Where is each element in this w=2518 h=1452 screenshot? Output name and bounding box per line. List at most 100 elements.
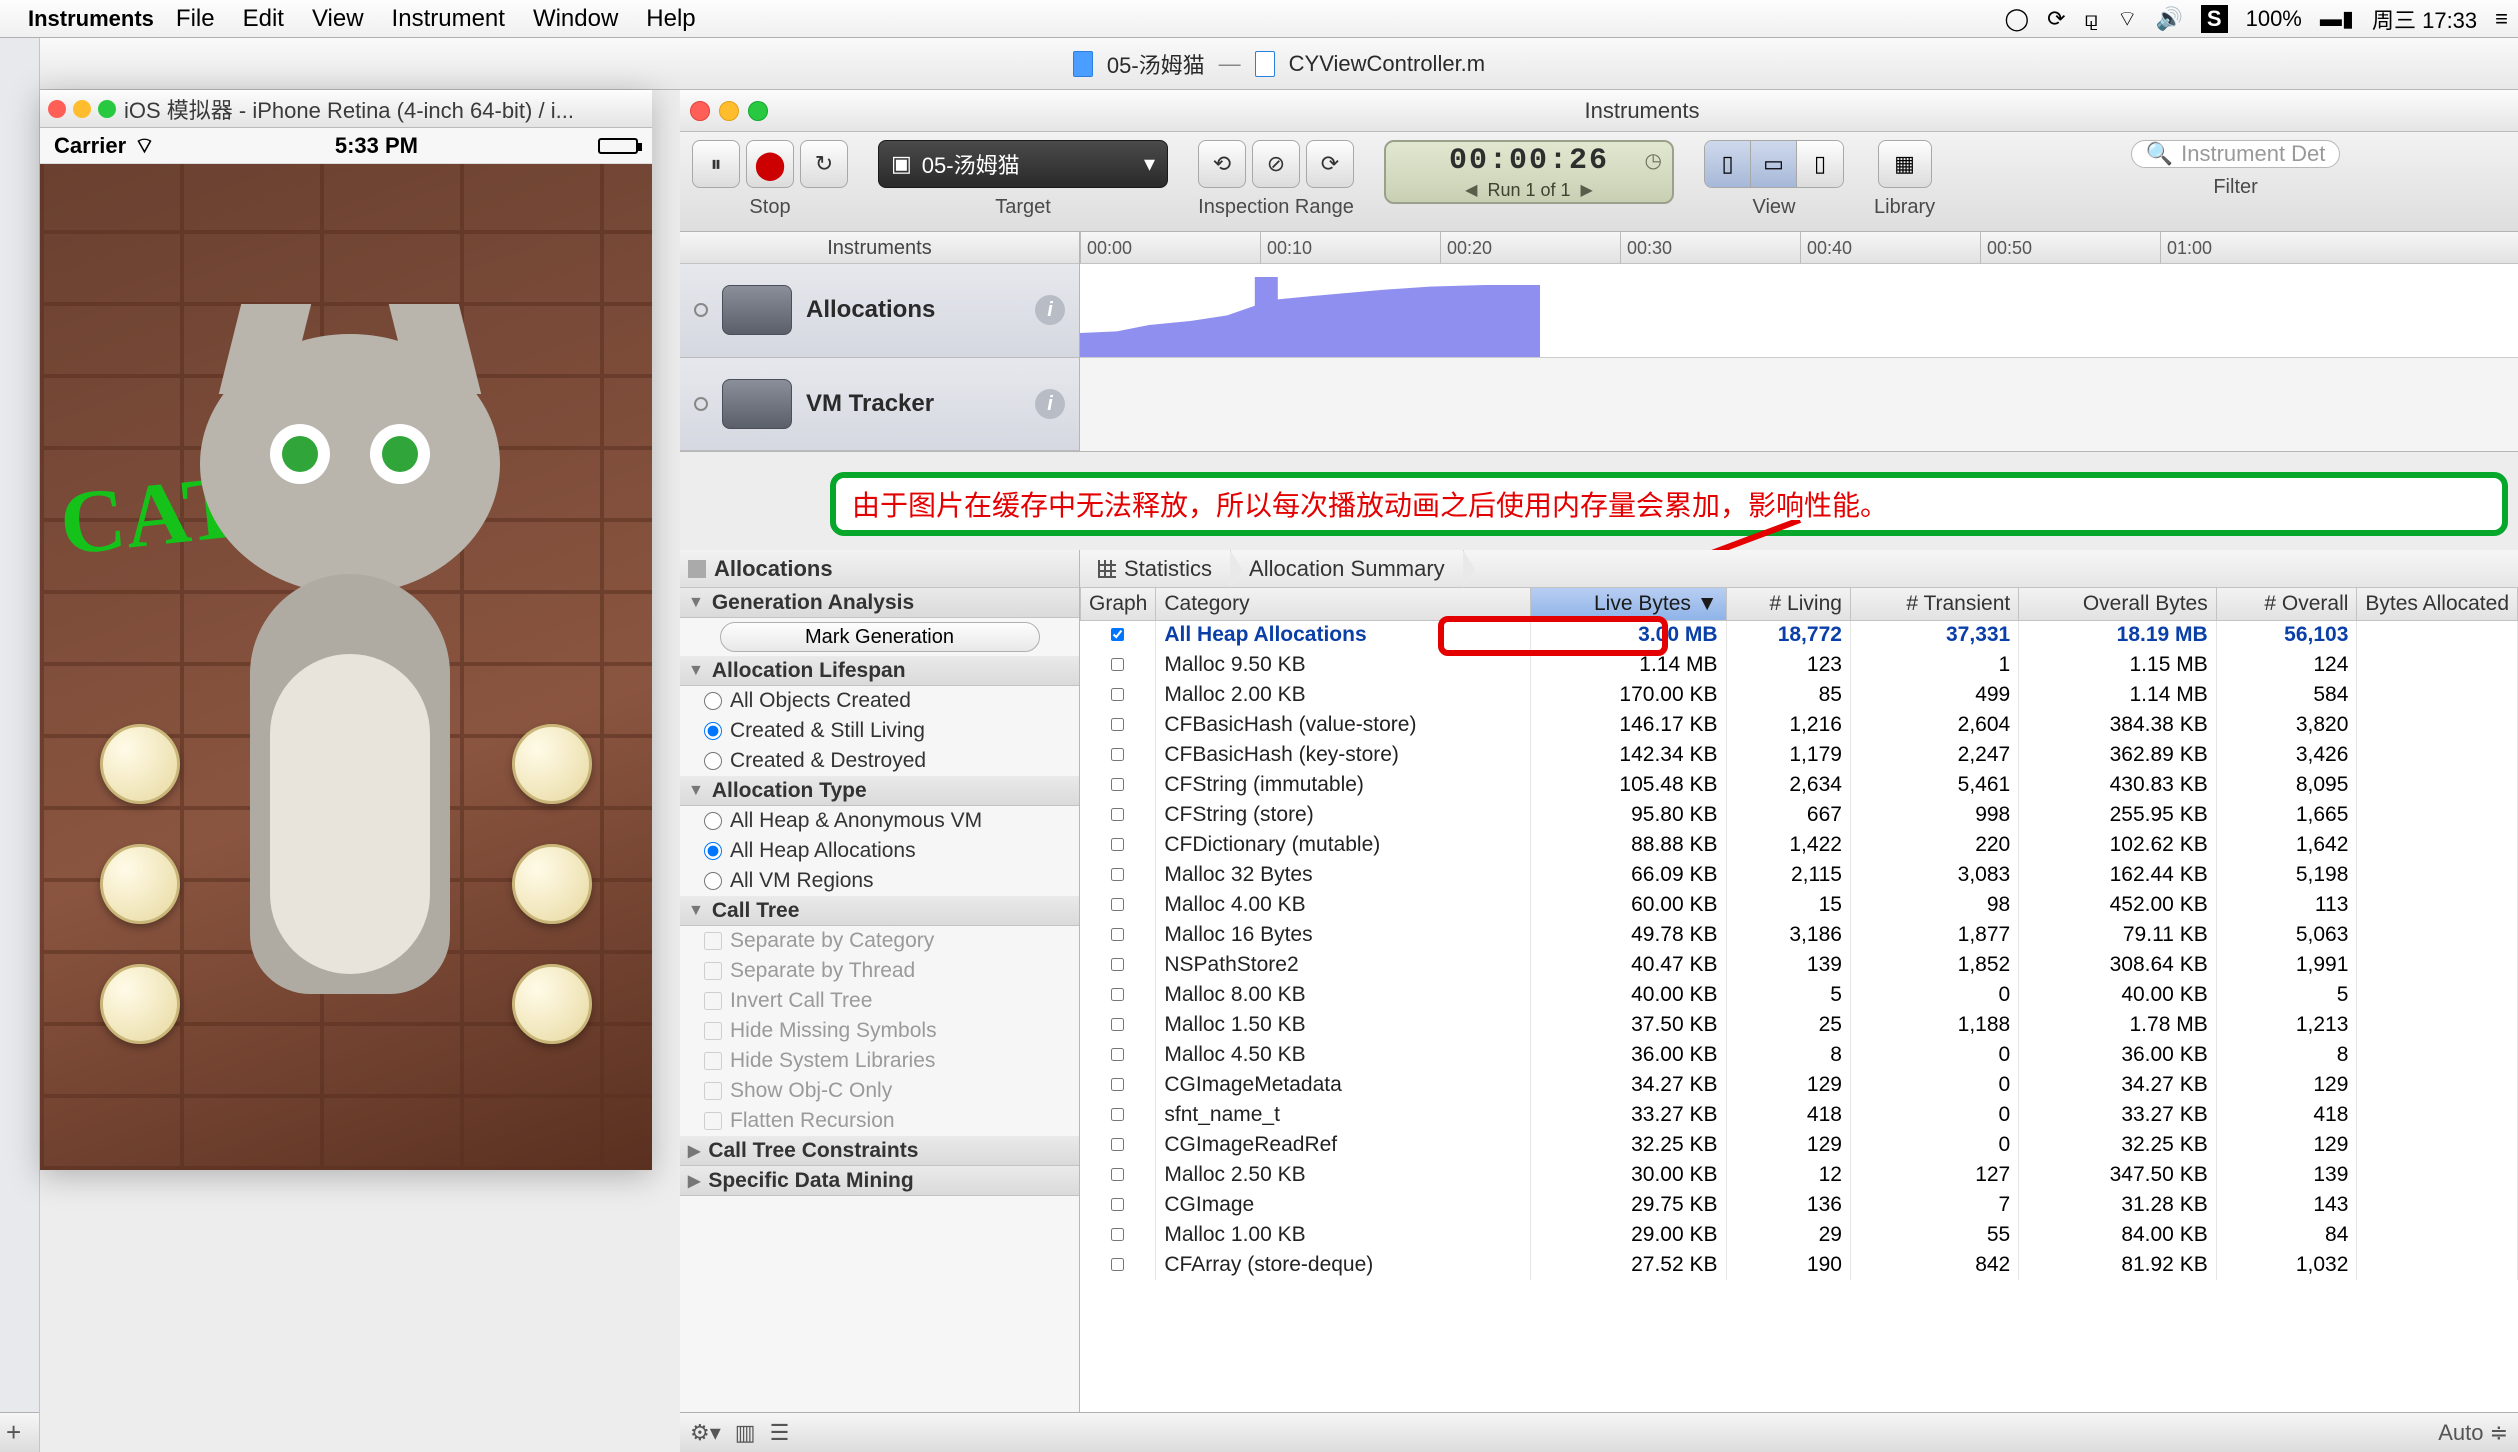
- simulator-titlebar[interactable]: iOS 模拟器 - iPhone Retina (4-inch 64-bit) …: [40, 90, 652, 128]
- notification-icon[interactable]: ◯: [2005, 6, 2030, 32]
- row-checkbox[interactable]: [1081, 920, 1156, 950]
- row-checkbox[interactable]: [1081, 710, 1156, 740]
- row-checkbox[interactable]: [1081, 830, 1156, 860]
- minimize-icon[interactable]: [719, 101, 739, 121]
- row-checkbox[interactable]: [1081, 620, 1156, 650]
- game-button-6[interactable]: [512, 964, 592, 1044]
- app-name[interactable]: Instruments: [28, 6, 154, 32]
- gear-icon[interactable]: ⚙▾: [690, 1420, 721, 1446]
- disclosure-icon[interactable]: [694, 397, 708, 411]
- view-left-pane[interactable]: ▯: [1705, 141, 1751, 187]
- auto-label[interactable]: Auto ≑: [2438, 1420, 2508, 1446]
- menu-edit[interactable]: Edit: [243, 5, 284, 33]
- record-button[interactable]: ⬤: [746, 140, 794, 188]
- target-selector[interactable]: ▣ 05-汤姆猫 ▾: [878, 140, 1168, 188]
- col-live-bytes[interactable]: Live Bytes ▼: [1530, 588, 1726, 620]
- table-row[interactable]: Malloc 32 Bytes66.09 KB2,1153,083162.44 …: [1081, 860, 2518, 890]
- section-generation[interactable]: ▼Generation Analysis: [680, 588, 1079, 618]
- row-checkbox[interactable]: [1081, 740, 1156, 770]
- row-checkbox[interactable]: [1081, 890, 1156, 920]
- table-row[interactable]: Malloc 8.00 KB40.00 KB5040.00 KB5: [1081, 980, 2518, 1010]
- allocations-graph[interactable]: [1080, 264, 2518, 358]
- instruments-titlebar[interactable]: Instruments: [680, 90, 2518, 132]
- table-row[interactable]: Malloc 1.50 KB37.50 KB251,1881.78 MB1,21…: [1081, 1010, 2518, 1040]
- view-bottom-pane[interactable]: ▭: [1751, 141, 1797, 187]
- radio-heap-allocations[interactable]: All Heap Allocations: [680, 836, 1079, 866]
- table-row[interactable]: CGImageReadRef32.25 KB129032.25 KB129: [1081, 1130, 2518, 1160]
- radio-vm-regions[interactable]: All VM Regions: [680, 866, 1079, 896]
- track-allocations[interactable]: Allocations i: [680, 264, 1079, 358]
- menu-view[interactable]: View: [312, 5, 364, 33]
- row-checkbox[interactable]: [1081, 1250, 1156, 1280]
- search-input[interactable]: 🔍 Instrument Det: [2131, 140, 2341, 168]
- menu-file[interactable]: File: [176, 5, 215, 33]
- radio-all-objects[interactable]: All Objects Created: [680, 686, 1079, 716]
- table-row[interactable]: CFBasicHash (key-store)142.34 KB1,1792,2…: [1081, 740, 2518, 770]
- info-icon[interactable]: i: [1035, 389, 1065, 419]
- time-ruler[interactable]: 00:00 00:10 00:20 00:30 00:40 00:50 01:0…: [1080, 232, 2518, 264]
- table-row[interactable]: sfnt_name_t33.27 KB418033.27 KB418: [1081, 1100, 2518, 1130]
- table-row[interactable]: Malloc 4.00 KB60.00 KB1598452.00 KB113: [1081, 890, 2518, 920]
- volume-icon[interactable]: 🔊: [2156, 6, 2183, 32]
- row-checkbox[interactable]: [1081, 1220, 1156, 1250]
- col-transient[interactable]: # Transient: [1850, 588, 2018, 620]
- bluetooth-icon[interactable]: ⚼: [2084, 6, 2099, 32]
- run-prev-button[interactable]: ◀: [1465, 180, 1477, 200]
- col-overall-bytes[interactable]: Overall Bytes: [2019, 588, 2216, 620]
- row-checkbox[interactable]: [1081, 680, 1156, 710]
- view-icon-2[interactable]: ☰: [770, 1420, 790, 1446]
- minimize-icon[interactable]: [73, 100, 91, 118]
- library-button[interactable]: ▦: [1878, 140, 1932, 188]
- row-checkbox[interactable]: [1081, 1160, 1156, 1190]
- table-row[interactable]: CGImage29.75 KB136731.28 KB143: [1081, 1190, 2518, 1220]
- row-checkbox[interactable]: [1081, 1190, 1156, 1220]
- game-button-1[interactable]: [100, 724, 180, 804]
- range-right-button[interactable]: ⟳: [1306, 140, 1354, 188]
- radio-destroyed[interactable]: Created & Destroyed: [680, 746, 1079, 776]
- table-row[interactable]: CFString (immutable)105.48 KB2,6345,4614…: [1081, 770, 2518, 800]
- radio-heap-anon-vm[interactable]: All Heap & Anonymous VM: [680, 806, 1079, 836]
- menu-extras-icon[interactable]: ≡: [2495, 6, 2508, 32]
- vm-tracker-graph[interactable]: [1080, 358, 2518, 451]
- table-row[interactable]: Malloc 2.50 KB30.00 KB12127347.50 KB139: [1081, 1160, 2518, 1190]
- table-row[interactable]: CFString (store)95.80 KB667998255.95 KB1…: [1081, 800, 2518, 830]
- info-icon[interactable]: i: [1035, 295, 1065, 325]
- section-constraints[interactable]: ▶Call Tree Constraints: [680, 1136, 1079, 1166]
- table-row[interactable]: CFArray (store-deque)27.52 KB19084281.92…: [1081, 1250, 2518, 1280]
- row-checkbox[interactable]: [1081, 1010, 1156, 1040]
- row-checkbox[interactable]: [1081, 650, 1156, 680]
- section-call-tree[interactable]: ▼Call Tree: [680, 896, 1079, 926]
- table-row[interactable]: Malloc 1.00 KB29.00 KB295584.00 KB84: [1081, 1220, 2518, 1250]
- table-row[interactable]: Malloc 2.00 KB170.00 KB854991.14 MB584: [1081, 680, 2518, 710]
- section-mining[interactable]: ▶Specific Data Mining: [680, 1166, 1079, 1196]
- col-category[interactable]: Category: [1156, 588, 1531, 620]
- row-checkbox[interactable]: [1081, 1130, 1156, 1160]
- range-clear-button[interactable]: ⊘: [1252, 140, 1300, 188]
- table-row[interactable]: NSPathStore240.47 KB1391,852308.64 KB1,9…: [1081, 950, 2518, 980]
- breadcrumb-statistics[interactable]: Statistics: [1080, 550, 1231, 587]
- col-overall[interactable]: # Overall: [2216, 588, 2357, 620]
- view-right-pane[interactable]: ▯: [1797, 141, 1843, 187]
- col-living[interactable]: # Living: [1726, 588, 1850, 620]
- row-checkbox[interactable]: [1081, 1070, 1156, 1100]
- row-checkbox[interactable]: [1081, 800, 1156, 830]
- table-row[interactable]: CFBasicHash (value-store)146.17 KB1,2162…: [1081, 710, 2518, 740]
- wifi-icon[interactable]: ⌔: [2117, 5, 2138, 33]
- radio-still-living[interactable]: Created & Still Living: [680, 716, 1079, 746]
- game-button-3[interactable]: [100, 964, 180, 1044]
- table-row[interactable]: Malloc 9.50 KB1.14 MB12311.15 MB124: [1081, 650, 2518, 680]
- row-checkbox[interactable]: [1081, 1100, 1156, 1130]
- disclosure-icon[interactable]: [694, 303, 708, 317]
- section-alloc-type[interactable]: ▼Allocation Type: [680, 776, 1079, 806]
- row-checkbox[interactable]: [1081, 1040, 1156, 1070]
- table-row[interactable]: Malloc 4.50 KB36.00 KB8036.00 KB8: [1081, 1040, 2518, 1070]
- mark-generation-button[interactable]: Mark Generation: [720, 622, 1040, 652]
- sync-icon[interactable]: ⟳: [2047, 6, 2065, 32]
- menu-instrument[interactable]: Instrument: [392, 5, 505, 33]
- range-left-button[interactable]: ⟲: [1198, 140, 1246, 188]
- row-checkbox[interactable]: [1081, 980, 1156, 1010]
- zoom-icon[interactable]: [748, 101, 768, 121]
- close-icon[interactable]: [48, 100, 66, 118]
- table-row[interactable]: All Heap Allocations3.00 MB18,77237,3311…: [1081, 620, 2518, 650]
- row-checkbox[interactable]: [1081, 950, 1156, 980]
